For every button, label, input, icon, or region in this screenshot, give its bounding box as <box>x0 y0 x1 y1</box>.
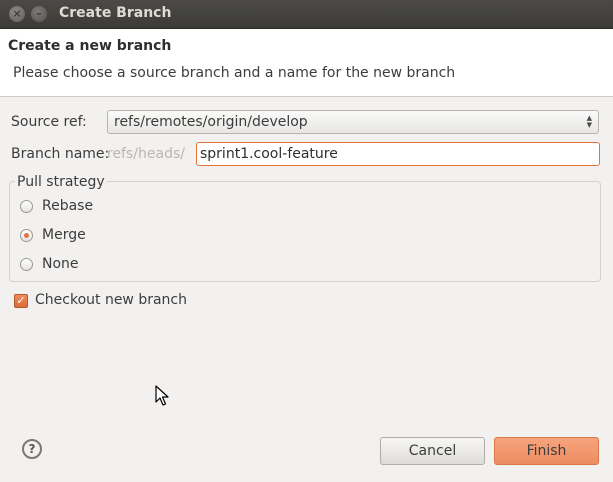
cancel-button[interactable]: Cancel <box>380 437 485 465</box>
window-title: Create Branch <box>59 5 172 21</box>
help-icon[interactable]: ? <box>22 439 42 459</box>
source-ref-combo[interactable]: refs/remotes/origin/develop ▲ ▼ <box>107 110 599 134</box>
title-bar[interactable]: × – Create Branch <box>0 0 613 29</box>
mouse-pointer-icon <box>155 385 169 406</box>
radio-button[interactable] <box>20 258 33 271</box>
pull-strategy-legend: Pull strategy <box>15 174 107 190</box>
radio-label: Merge <box>42 227 86 243</box>
create-branch-dialog: × – Create Branch Create a new branch Pl… <box>0 0 613 482</box>
banner-description: Please choose a source branch and a name… <box>13 65 456 81</box>
source-ref-value: refs/remotes/origin/develop <box>114 114 308 130</box>
header-banner: Create a new branch Please choose a sour… <box>0 29 613 97</box>
combo-arrows-icon: ▲ ▼ <box>586 114 592 129</box>
checkout-checkbox[interactable]: ✓ <box>14 294 28 308</box>
minimize-window-icon[interactable]: – <box>31 6 47 22</box>
close-window-icon[interactable]: × <box>9 6 25 22</box>
branch-name-label: Branch name: <box>11 146 110 162</box>
finish-button[interactable]: Finish <box>494 437 599 465</box>
radio-selected-dot-icon <box>24 233 29 238</box>
radio-label: None <box>42 256 79 272</box>
radio-button-selected[interactable] <box>20 229 33 242</box>
radio-label: Rebase <box>42 198 94 214</box>
radio-button[interactable] <box>20 200 33 213</box>
branch-name-input[interactable] <box>196 142 600 166</box>
pull-strategy-group <box>9 181 601 282</box>
branch-prefix: refs/heads/ <box>107 146 185 162</box>
banner-title: Create a new branch <box>8 38 172 54</box>
source-ref-label: Source ref: <box>11 114 87 130</box>
checkout-label: Checkout new branch <box>35 292 187 308</box>
